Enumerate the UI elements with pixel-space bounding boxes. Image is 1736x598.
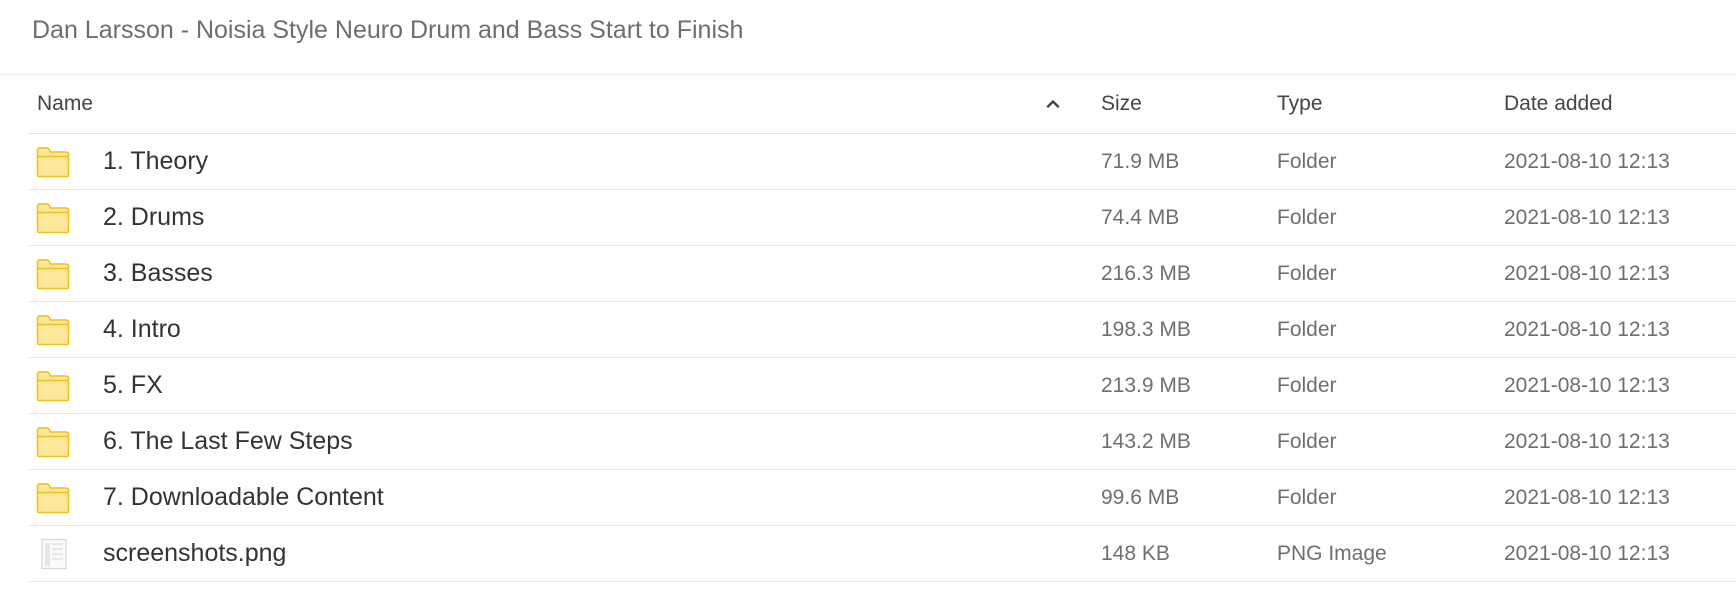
file-name[interactable]: 6. The Last Few Steps xyxy=(103,414,353,469)
table-row[interactable]: 7. Downloadable Content 99.6 MB Folder 2021… xyxy=(28,470,1736,526)
folder-icon xyxy=(36,314,70,346)
title-bar: Dan Larsson - Noisia Style Neuro Drum an… xyxy=(0,0,1736,75)
file-size: 213.9 MB xyxy=(1101,374,1191,397)
file-table: Name Size Type Date added 1. Theory 71.9 … xyxy=(28,75,1736,582)
file-date-added: 2021-08-10 12:13 xyxy=(1504,430,1670,453)
file-date-added: 2021-08-10 12:13 xyxy=(1504,262,1670,285)
file-name[interactable]: 1. Theory xyxy=(103,134,208,189)
file-date-added: 2021-08-10 12:13 xyxy=(1504,486,1670,509)
file-type: Folder xyxy=(1277,374,1337,397)
page-title: Dan Larsson - Noisia Style Neuro Drum an… xyxy=(32,16,744,44)
file-size: 198.3 MB xyxy=(1101,318,1191,341)
file-type: PNG Image xyxy=(1277,542,1387,565)
file-name[interactable]: 2. Drums xyxy=(103,190,204,245)
table-row[interactable]: 4. Intro 198.3 MB Folder 2021-08-10 12:13 xyxy=(28,302,1736,358)
file-type: Folder xyxy=(1277,430,1337,453)
file-size: 74.4 MB xyxy=(1101,206,1180,229)
table-row[interactable]: 2. Drums 74.4 MB Folder 2021-08-10 12:13 xyxy=(28,190,1736,246)
file-name[interactable]: 5. FX xyxy=(103,358,163,413)
file-name[interactable]: 7. Downloadable Content xyxy=(103,470,384,525)
file-type: Folder xyxy=(1277,262,1337,285)
file-list: 1. Theory 71.9 MB Folder 2021-08-10 12:13 2.… xyxy=(28,134,1736,582)
file-size: 216.3 MB xyxy=(1101,262,1191,285)
file-type: Folder xyxy=(1277,318,1337,341)
table-row[interactable]: 6. The Last Few Steps 143.2 MB Folder 2021-… xyxy=(28,414,1736,470)
file-date-added: 2021-08-10 12:13 xyxy=(1504,318,1670,341)
column-header-date-added[interactable]: Date added xyxy=(1504,75,1613,133)
table-row[interactable]: screenshots.png 148 KB PNG Image 2021-08-10… xyxy=(28,526,1736,582)
file-type: Folder xyxy=(1277,486,1337,509)
column-header-type[interactable]: Type xyxy=(1277,75,1323,133)
file-date-added: 2021-08-10 12:13 xyxy=(1504,542,1670,565)
file-name[interactable]: screenshots.png xyxy=(103,526,286,581)
file-date-added: 2021-08-10 12:13 xyxy=(1504,150,1670,173)
file-date-added: 2021-08-10 12:13 xyxy=(1504,206,1670,229)
file-type: Folder xyxy=(1277,206,1337,229)
image-file-icon xyxy=(36,538,70,570)
file-date-added: 2021-08-10 12:13 xyxy=(1504,374,1670,397)
folder-icon xyxy=(36,482,70,514)
file-size: 143.2 MB xyxy=(1101,430,1191,453)
chevron-up-icon[interactable] xyxy=(1045,96,1061,112)
column-header-name[interactable]: Name xyxy=(37,75,93,133)
column-header-size[interactable]: Size xyxy=(1101,75,1142,133)
file-name[interactable]: 4. Intro xyxy=(103,302,181,357)
table-row[interactable]: 5. FX 213.9 MB Folder 2021-08-10 12:13 xyxy=(28,358,1736,414)
table-row[interactable]: 1. Theory 71.9 MB Folder 2021-08-10 12:13 xyxy=(28,134,1736,190)
table-header: Name Size Type Date added xyxy=(28,75,1736,134)
folder-icon xyxy=(36,426,70,458)
folder-icon xyxy=(36,258,70,290)
file-size: 148 KB xyxy=(1101,542,1170,565)
folder-icon xyxy=(36,370,70,402)
table-row[interactable]: 3. Basses 216.3 MB Folder 2021-08-10 12:13 xyxy=(28,246,1736,302)
file-size: 99.6 MB xyxy=(1101,486,1180,509)
file-name[interactable]: 3. Basses xyxy=(103,246,213,301)
folder-icon xyxy=(36,202,70,234)
file-size: 71.9 MB xyxy=(1101,150,1180,173)
file-type: Folder xyxy=(1277,150,1337,173)
folder-icon xyxy=(36,146,70,178)
